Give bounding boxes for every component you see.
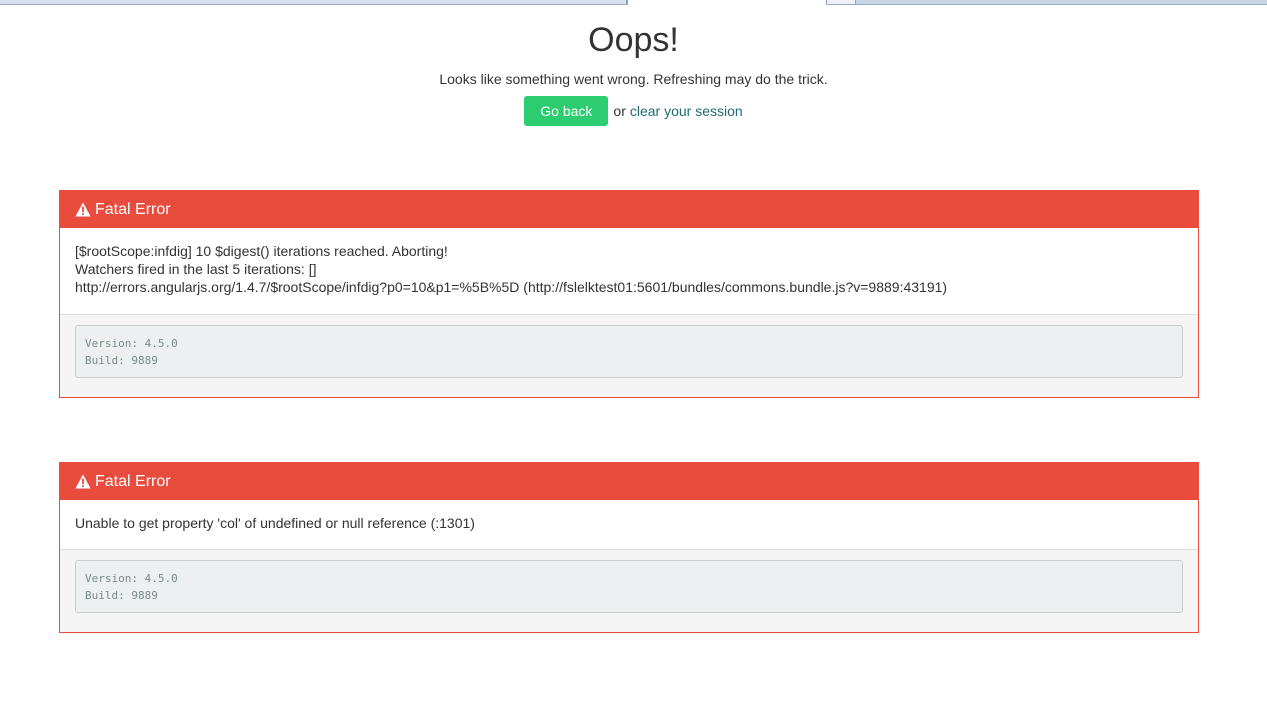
panel-title: Fatal Error	[95, 200, 171, 218]
clear-session-link[interactable]: clear your session	[630, 103, 743, 119]
panel-title: Fatal Error	[95, 472, 171, 490]
panel-heading: Fatal Error	[60, 463, 1198, 500]
go-back-button[interactable]: Go back	[524, 96, 609, 126]
error-message: [$rootScope:infdig] 10 $digest() iterati…	[60, 228, 1198, 315]
page-subtitle: Looks like something went wrong. Refresh…	[439, 71, 828, 87]
page-title: Oops!	[588, 21, 679, 59]
fatal-error-panel: Fatal Error Unable to get property 'col'…	[59, 462, 1199, 633]
version-line: Version: 4.5.0	[85, 572, 178, 585]
recovery-actions: Go back or clear your session	[0, 96, 1267, 126]
warning-icon	[75, 202, 91, 217]
error-message-line: [$rootScope:infdig] 10 $digest() iterati…	[75, 243, 448, 259]
browser-tab[interactable]	[0, 0, 627, 4]
new-tab-button[interactable]	[827, 0, 856, 4]
version-info: Version: 4.5.0 Build: 9889	[75, 325, 1183, 378]
panel-footer: Version: 4.5.0 Build: 9889	[60, 315, 1198, 397]
fatal-error-panel: Fatal Error [$rootScope:infdig] 10 $dige…	[59, 190, 1199, 398]
panel-heading: Fatal Error	[60, 191, 1198, 228]
error-message-line: Unable to get property 'col' of undefine…	[75, 515, 475, 531]
build-line: Build: 9889	[85, 354, 158, 367]
error-message: Unable to get property 'col' of undefine…	[60, 500, 1198, 550]
browser-tab-active[interactable]	[627, 0, 827, 5]
version-line: Version: 4.5.0	[85, 337, 178, 350]
error-message-line: Watchers fired in the last 5 iterations:…	[75, 261, 317, 277]
warning-icon	[75, 474, 91, 489]
panel-footer: Version: 4.5.0 Build: 9889	[60, 550, 1198, 632]
version-info: Version: 4.5.0 Build: 9889	[75, 560, 1183, 613]
or-text: or	[613, 103, 626, 119]
build-line: Build: 9889	[85, 589, 158, 602]
error-header: Oops! Looks like something went wrong. R…	[0, 18, 1267, 126]
browser-tab-strip	[0, 0, 1267, 5]
error-message-line: http://errors.angularjs.org/1.4.7/$rootS…	[75, 279, 948, 295]
